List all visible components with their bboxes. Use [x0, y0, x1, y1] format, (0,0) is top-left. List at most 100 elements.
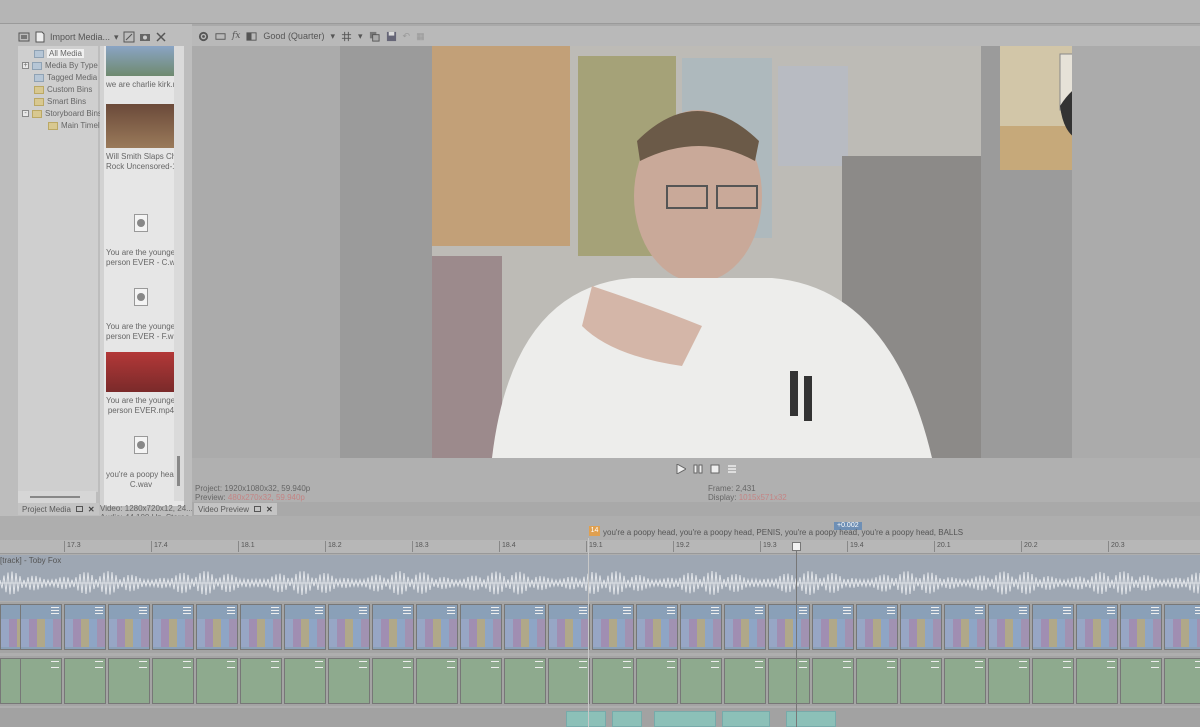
scrollbar-thumb[interactable] [30, 496, 80, 498]
import-media-icon[interactable] [34, 31, 46, 43]
video-event[interactable] [1076, 658, 1118, 704]
menu-icon[interactable] [843, 661, 851, 668]
menu-icon[interactable] [799, 661, 807, 668]
menu-icon[interactable] [843, 607, 851, 614]
video-event[interactable] [240, 658, 282, 704]
menu-icon[interactable] [667, 607, 675, 614]
close-icon[interactable]: ✕ [88, 505, 95, 514]
media-item[interactable]: You are the youngest person EVER.mp4 [106, 352, 176, 416]
menu-icon[interactable] [755, 661, 763, 668]
tree-item-smart-bins[interactable]: Smart Bins [34, 96, 86, 107]
copy-snapshot-icon[interactable] [369, 31, 380, 42]
video-event[interactable] [1032, 604, 1074, 650]
menu-icon[interactable] [887, 661, 895, 668]
undock-icon[interactable] [254, 506, 261, 512]
video-event[interactable] [416, 604, 458, 650]
overlays-icon[interactable] [341, 31, 352, 42]
menu-icon[interactable] [931, 607, 939, 614]
menu-icon[interactable] [95, 607, 103, 614]
menu-icon[interactable] [271, 607, 279, 614]
menu-icon[interactable] [403, 661, 411, 668]
audio-track[interactable]: [track] - Toby Fox [0, 555, 1200, 601]
video-event[interactable] [856, 604, 898, 650]
menu-icon[interactable] [227, 607, 235, 614]
menu-icon[interactable] [623, 661, 631, 668]
video-event[interactable] [372, 658, 414, 704]
menu-icon[interactable] [447, 661, 455, 668]
video-event[interactable] [612, 711, 642, 727]
media-item[interactable]: You are the youngest person EVER - F.wav [106, 280, 176, 342]
video-event[interactable] [196, 604, 238, 650]
video-event[interactable] [372, 604, 414, 650]
gear-icon[interactable] [198, 31, 209, 42]
menu-icon[interactable] [711, 661, 719, 668]
scrollbar-thumb[interactable] [177, 456, 180, 486]
fx-icon[interactable]: fx [232, 31, 240, 41]
menu-icon[interactable] [799, 607, 807, 614]
video-event[interactable] [416, 658, 458, 704]
menu-icon[interactable] [1019, 661, 1027, 668]
tab-video-preview[interactable]: Video Preview ✕ [194, 503, 277, 515]
video-event[interactable] [724, 604, 766, 650]
menu-icon[interactable] [139, 661, 147, 668]
video-event[interactable] [328, 658, 370, 704]
quality-dropdown[interactable]: Good (Quarter) [263, 31, 324, 41]
chevron-down-icon[interactable]: ▾ [330, 31, 335, 42]
video-track[interactable] [0, 602, 1200, 653]
video-event[interactable] [284, 658, 326, 704]
menu-icon[interactable] [139, 607, 147, 614]
menu-icon[interactable] [579, 607, 587, 614]
menu-icon[interactable] [579, 661, 587, 668]
video-event[interactable] [680, 658, 722, 704]
playhead-handle[interactable] [792, 542, 801, 551]
collapse-icon[interactable]: - [22, 110, 29, 117]
time-ruler[interactable]: 17.3 17.4 18.1 18.2 18.3 18.4 19.1 19.2 … [0, 540, 1200, 554]
tree-item-tagged-media[interactable]: Tagged Media [34, 72, 97, 83]
menu-icon[interactable] [887, 607, 895, 614]
menu-icon[interactable] [359, 661, 367, 668]
video-event[interactable] [20, 604, 62, 650]
video-event[interactable] [856, 658, 898, 704]
video-event[interactable] [64, 658, 106, 704]
menu-icon[interactable] [1019, 607, 1027, 614]
menu-icon[interactable] [403, 607, 411, 614]
menu-icon[interactable] [491, 607, 499, 614]
video-event[interactable] [1164, 658, 1200, 704]
video-event[interactable] [812, 604, 854, 650]
menu-icon[interactable] [1063, 661, 1071, 668]
video-event[interactable] [654, 711, 716, 727]
video-event[interactable] [108, 658, 150, 704]
remove-media-icon[interactable] [155, 31, 167, 43]
tree-item-storyboard-bins[interactable]: - Storyboard Bins [22, 108, 102, 119]
import-dropdown-icon[interactable]: ▾ [114, 32, 119, 43]
get-media-icon[interactable] [139, 31, 151, 43]
video-event[interactable] [592, 658, 634, 704]
menu-icon[interactable] [95, 661, 103, 668]
video-event[interactable] [460, 658, 502, 704]
menu-icon[interactable] [1195, 661, 1200, 668]
menu-icon[interactable] [359, 607, 367, 614]
video-event[interactable] [944, 658, 986, 704]
video-track-2[interactable] [0, 656, 1200, 706]
menu-icon[interactable] [315, 661, 323, 668]
media-item[interactable]: we are charlie kirk.mp4 [106, 46, 176, 90]
menu-icon[interactable] [1195, 607, 1200, 614]
video-event[interactable] [1076, 604, 1118, 650]
menu-icon[interactable] [975, 607, 983, 614]
video-event[interactable] [592, 604, 634, 650]
video-event[interactable] [1164, 604, 1200, 650]
video-output-icon[interactable] [215, 31, 226, 42]
tree-horizontal-scrollbar[interactable] [18, 491, 96, 503]
menu-icon[interactable] [1107, 607, 1115, 614]
video-event[interactable] [988, 658, 1030, 704]
split-screen-icon[interactable] [246, 31, 257, 42]
video-event[interactable] [724, 658, 766, 704]
menu-icon[interactable] [623, 607, 631, 614]
video-event[interactable] [768, 658, 810, 704]
media-view-icon[interactable] [18, 31, 30, 43]
video-event[interactable] [240, 604, 282, 650]
tree-item-media-by-type[interactable]: + Media By Type [22, 60, 98, 71]
menu-icon[interactable] [1063, 607, 1071, 614]
menu-icon[interactable] [183, 607, 191, 614]
video-event[interactable] [196, 658, 238, 704]
